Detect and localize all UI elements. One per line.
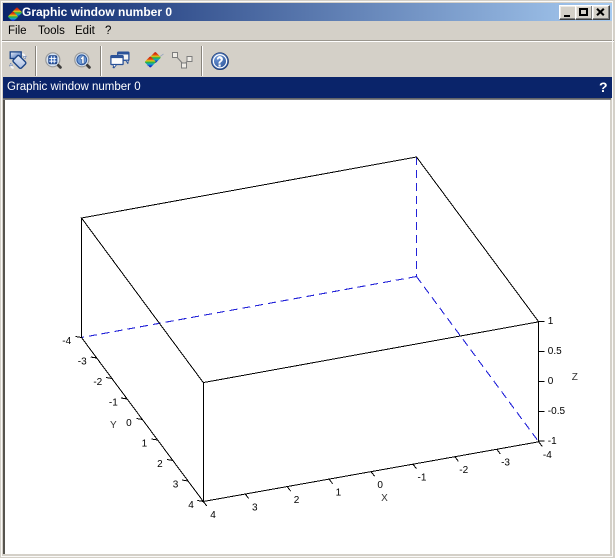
svg-text:-4: -4 bbox=[543, 450, 552, 461]
svg-text:-3: -3 bbox=[78, 357, 87, 368]
svg-text:4: 4 bbox=[210, 510, 216, 521]
svg-text:-3: -3 bbox=[501, 458, 510, 469]
svg-text:Z: Z bbox=[572, 372, 578, 383]
svg-text:-1: -1 bbox=[417, 473, 426, 484]
svg-text:-1: -1 bbox=[109, 398, 118, 409]
svg-text:2: 2 bbox=[157, 459, 163, 470]
svg-text:3: 3 bbox=[252, 503, 258, 514]
svg-text:2: 2 bbox=[294, 495, 300, 506]
svg-text:0: 0 bbox=[377, 480, 383, 491]
svg-text:4: 4 bbox=[188, 500, 194, 511]
svg-text:-2: -2 bbox=[93, 377, 102, 388]
svg-text:0: 0 bbox=[548, 376, 554, 387]
svg-text:0.5: 0.5 bbox=[548, 346, 562, 357]
svg-text:-2: -2 bbox=[459, 465, 468, 476]
svg-text:Y: Y bbox=[110, 420, 117, 431]
svg-text:X: X bbox=[381, 493, 388, 504]
svg-text:-4: -4 bbox=[62, 336, 71, 347]
svg-text:3: 3 bbox=[173, 480, 179, 491]
svg-text:-0.5: -0.5 bbox=[548, 406, 566, 417]
svg-text:0: 0 bbox=[126, 418, 132, 429]
svg-text:1: 1 bbox=[336, 488, 342, 499]
svg-text:1: 1 bbox=[548, 316, 554, 327]
svg-text:-1: -1 bbox=[548, 436, 557, 447]
svg-text:1: 1 bbox=[142, 439, 148, 450]
